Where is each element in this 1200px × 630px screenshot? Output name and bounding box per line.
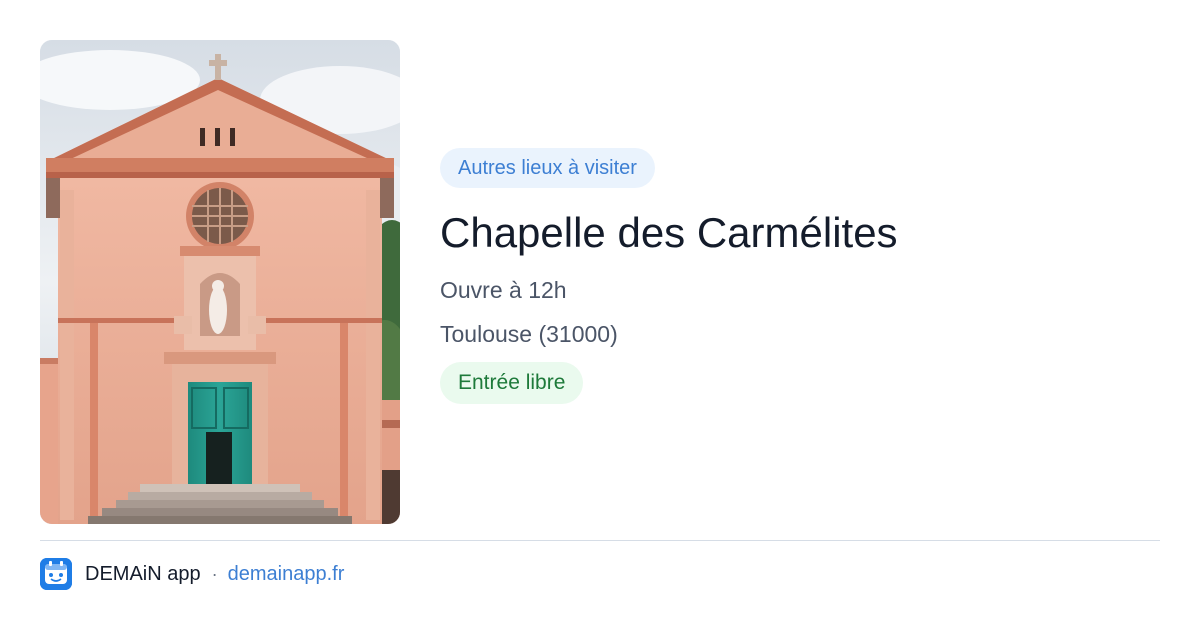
footer-divider (40, 540, 1160, 541)
place-photo (40, 40, 400, 524)
category-badge[interactable]: Autres lieux à visiter (440, 148, 655, 188)
place-location: Toulouse (31000) (440, 321, 618, 347)
place-title: Chapelle des Carmélites (440, 209, 898, 256)
app-name: DEMAiN app (85, 562, 201, 585)
demain-app-logo-icon (40, 558, 72, 590)
chapel-facade-image (40, 40, 400, 524)
place-info: Autres lieux à visiter Chapelle des Carm… (440, 148, 1160, 404)
price-badge: Entrée libre (440, 362, 584, 404)
footer-separator: · (211, 563, 218, 584)
footer: DEMAiN app · demainapp.fr (40, 558, 344, 590)
opening-hours: Ouvre à 12h (440, 277, 567, 303)
share-card: Autres lieux à visiter Chapelle des Carm… (0, 0, 1200, 630)
site-link[interactable]: demainapp.fr (228, 563, 345, 586)
